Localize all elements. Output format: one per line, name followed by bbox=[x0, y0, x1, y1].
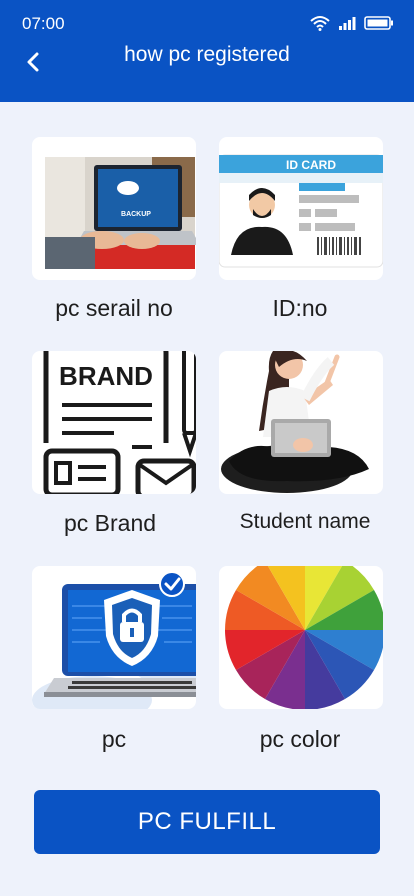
id-card-image: ID CARD bbox=[219, 154, 383, 268]
status-icons bbox=[310, 15, 394, 31]
color-wheel-image bbox=[225, 566, 383, 709]
battery-icon bbox=[364, 16, 393, 30]
option-label-id-no[interactable]: ID:no bbox=[210, 295, 390, 322]
pc-fulfill-button[interactable]: PC FULFILL bbox=[34, 790, 380, 854]
brand-text: BRAND bbox=[59, 361, 153, 391]
wifi-icon bbox=[310, 16, 330, 31]
option-card-pc-color[interactable] bbox=[219, 566, 383, 709]
option-card-brand[interactable]: BRAND bbox=[32, 351, 196, 494]
status-time: 07:00 bbox=[22, 14, 65, 33]
option-label-pc-color[interactable]: pc color bbox=[210, 726, 390, 753]
option-label-student-name[interactable]: Student name bbox=[215, 510, 395, 534]
page-title: how pc registered bbox=[124, 43, 290, 66]
pc-security-image bbox=[32, 571, 196, 709]
app-header: 07:00 how pc registered bbox=[0, 0, 414, 102]
id-card-text: ID CARD bbox=[286, 158, 336, 172]
option-label-brand[interactable]: pc Brand bbox=[20, 510, 200, 537]
option-card-serial-no[interactable]: BACKUP bbox=[32, 137, 196, 280]
student-illustration-image bbox=[221, 351, 369, 493]
option-label-pc[interactable]: pc bbox=[24, 726, 204, 753]
option-card-pc[interactable] bbox=[32, 566, 196, 709]
laptop-backup-image: BACKUP bbox=[45, 157, 196, 269]
option-card-student-name[interactable] bbox=[219, 351, 383, 494]
option-label-serial-no[interactable]: pc serail no bbox=[24, 295, 204, 322]
laptop-screen-text: BACKUP bbox=[121, 211, 151, 218]
signal-icon bbox=[339, 17, 356, 30]
selected-check-icon bbox=[159, 571, 185, 597]
option-card-id-no[interactable]: ID CARD bbox=[219, 137, 383, 280]
brand-document-image: BRAND bbox=[43, 351, 196, 494]
